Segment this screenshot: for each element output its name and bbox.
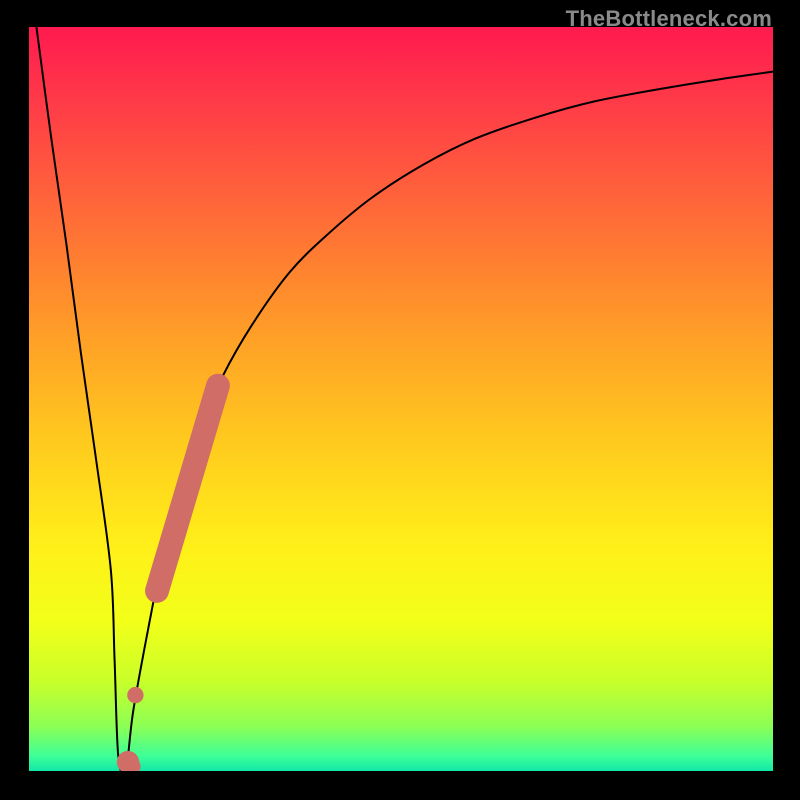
bottleneck-curve <box>36 27 773 771</box>
plot-area <box>29 27 773 771</box>
curve-layer <box>29 27 773 771</box>
marker-dot <box>127 687 143 703</box>
chart-stage: TheBottleneck.com <box>0 0 800 800</box>
marker-segment <box>157 386 218 591</box>
